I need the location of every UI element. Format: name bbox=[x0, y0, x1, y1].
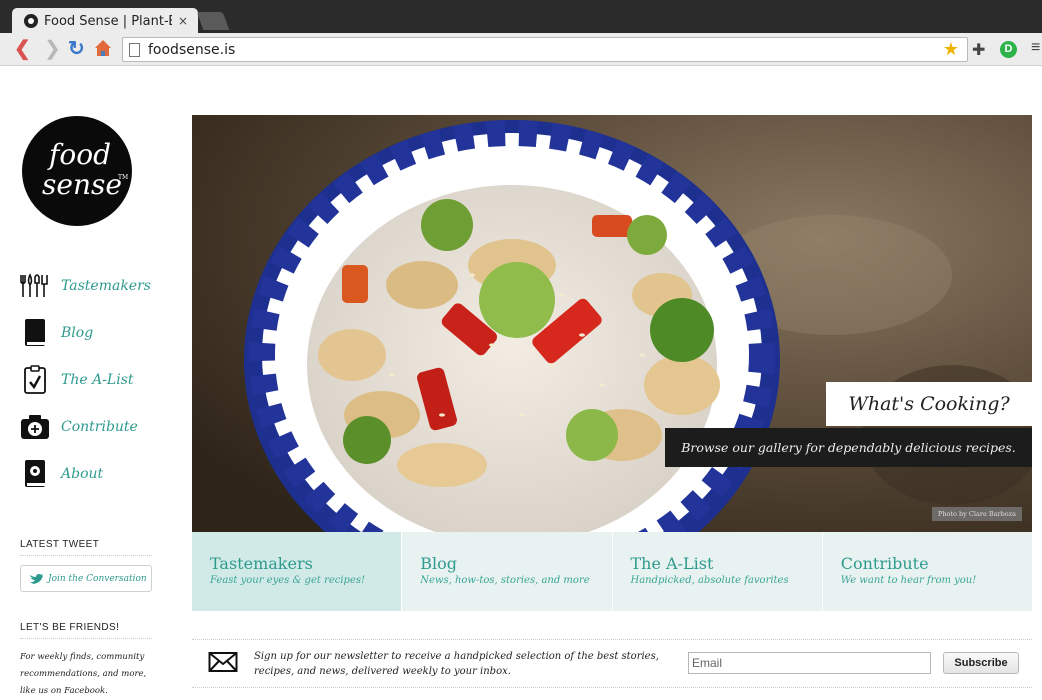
extension-d-icon[interactable]: D bbox=[1000, 41, 1017, 58]
feature-subtitle: We want to hear from you! bbox=[840, 575, 977, 586]
browser-tab[interactable]: Food Sense | Plant-B × bbox=[12, 8, 198, 34]
feature-tab-tastemakers[interactable]: Tastemakers Feast your eyes & get recipe… bbox=[192, 532, 403, 611]
sidebar-item-a-list[interactable]: The A-List bbox=[20, 356, 151, 403]
twitter-bird-icon bbox=[29, 573, 43, 584]
new-tab-button[interactable] bbox=[196, 12, 230, 30]
feature-tabs: Tastemakers Feast your eyes & get recipe… bbox=[192, 532, 1032, 611]
extension-puzzle-icon[interactable]: ✚ bbox=[972, 40, 985, 60]
sidebar-item-label: Contribute bbox=[61, 418, 138, 435]
feature-tab-a-list[interactable]: The A-List Handpicked, absolute favorite… bbox=[612, 532, 823, 611]
sidebar-item-blog[interactable]: Blog bbox=[20, 309, 151, 356]
latest-tweet-heading: LATEST TWEET bbox=[20, 539, 152, 556]
envelope-icon bbox=[208, 652, 238, 672]
sidebar-nav: Tastemakers Blog The A-List Contribute A… bbox=[20, 262, 151, 497]
sidebar-item-label: Blog bbox=[61, 324, 94, 341]
feature-subtitle: Feast your eyes & get recipes! bbox=[210, 575, 366, 586]
subscribe-button[interactable]: Subscribe bbox=[943, 652, 1019, 674]
email-field[interactable] bbox=[688, 652, 931, 674]
feature-title: Tastemakers bbox=[210, 554, 313, 573]
tab-title: Food Sense | Plant-B bbox=[44, 13, 172, 29]
utensils-icon bbox=[20, 271, 50, 301]
join-conversation-button[interactable]: Join the Conversation bbox=[20, 565, 152, 592]
photo-credit: Photo by Clare Barboza bbox=[931, 507, 1022, 521]
back-icon[interactable]: ❮ bbox=[14, 38, 31, 60]
clipboard-check-icon bbox=[20, 364, 50, 395]
sidebar-item-label: Tastemakers bbox=[61, 277, 151, 294]
sidebar-item-tastemakers[interactable]: Tastemakers bbox=[20, 262, 151, 309]
feature-subtitle: Handpicked, absolute favorites bbox=[630, 575, 789, 586]
logo-text-sense: sense bbox=[42, 168, 122, 201]
logo-tm: TM bbox=[118, 174, 129, 181]
feature-title: Blog bbox=[420, 554, 457, 573]
sidebar-item-label: About bbox=[61, 465, 104, 482]
url-text: foodsense.is bbox=[148, 41, 236, 58]
favicon-icon bbox=[24, 14, 38, 28]
site-logo[interactable]: food sense TM bbox=[22, 116, 132, 226]
close-tab-icon[interactable]: × bbox=[178, 14, 188, 28]
feature-tab-blog[interactable]: Blog News, how-tos, stories, and more bbox=[402, 532, 613, 611]
friends-text: For weekly finds, community recommendati… bbox=[20, 652, 147, 696]
logo-text-food: food bbox=[49, 138, 112, 171]
join-conversation-label: Join the Conversation bbox=[48, 573, 147, 584]
page: food sense TM Tastemakers Blog The A-Lis… bbox=[0, 67, 1042, 700]
sidebar-item-about[interactable]: About bbox=[20, 450, 151, 497]
pasta-salad-photo bbox=[192, 115, 1032, 532]
hero-caption-title[interactable]: What's Cooking? bbox=[826, 382, 1032, 426]
sidebar-item-contribute[interactable]: Contribute bbox=[20, 403, 151, 450]
forward-icon[interactable]: ❯ bbox=[44, 38, 61, 60]
address-bar[interactable]: foodsense.is ★ bbox=[122, 37, 968, 62]
page-icon bbox=[129, 42, 140, 57]
browser-tabstrip: Food Sense | Plant-B × bbox=[0, 0, 1042, 34]
newsletter-signup: Sign up for our newsletter to receive a … bbox=[192, 639, 1032, 688]
friends-heading: LET'S BE FRIENDS! bbox=[20, 622, 152, 639]
menu-icon[interactable]: ≡ bbox=[1031, 39, 1040, 57]
sidebar-item-label: The A-List bbox=[61, 371, 134, 388]
profile-book-icon bbox=[20, 459, 50, 489]
home-icon[interactable] bbox=[94, 39, 112, 57]
hero-banner[interactable]: What's Cooking? Browse our gallery for d… bbox=[192, 115, 1032, 532]
feature-tab-contribute[interactable]: Contribute We want to hear from you! bbox=[822, 532, 1032, 611]
newsletter-text: Sign up for our newsletter to receive a … bbox=[254, 651, 659, 677]
feature-subtitle: News, how-tos, stories, and more bbox=[420, 575, 590, 586]
feature-title: Contribute bbox=[840, 554, 929, 573]
hero-caption-subtitle[interactable]: Browse our gallery for dependably delici… bbox=[665, 428, 1032, 467]
reload-icon[interactable]: ↻ bbox=[68, 38, 85, 60]
camera-plus-icon bbox=[20, 412, 50, 442]
browser-toolbar: ❮ ❯ ↻ foodsense.is ★ ✚ D ≡ bbox=[0, 33, 1042, 66]
bookmark-star-icon[interactable]: ★ bbox=[943, 39, 959, 60]
feature-title: The A-List bbox=[630, 554, 714, 573]
book-icon bbox=[20, 318, 50, 348]
